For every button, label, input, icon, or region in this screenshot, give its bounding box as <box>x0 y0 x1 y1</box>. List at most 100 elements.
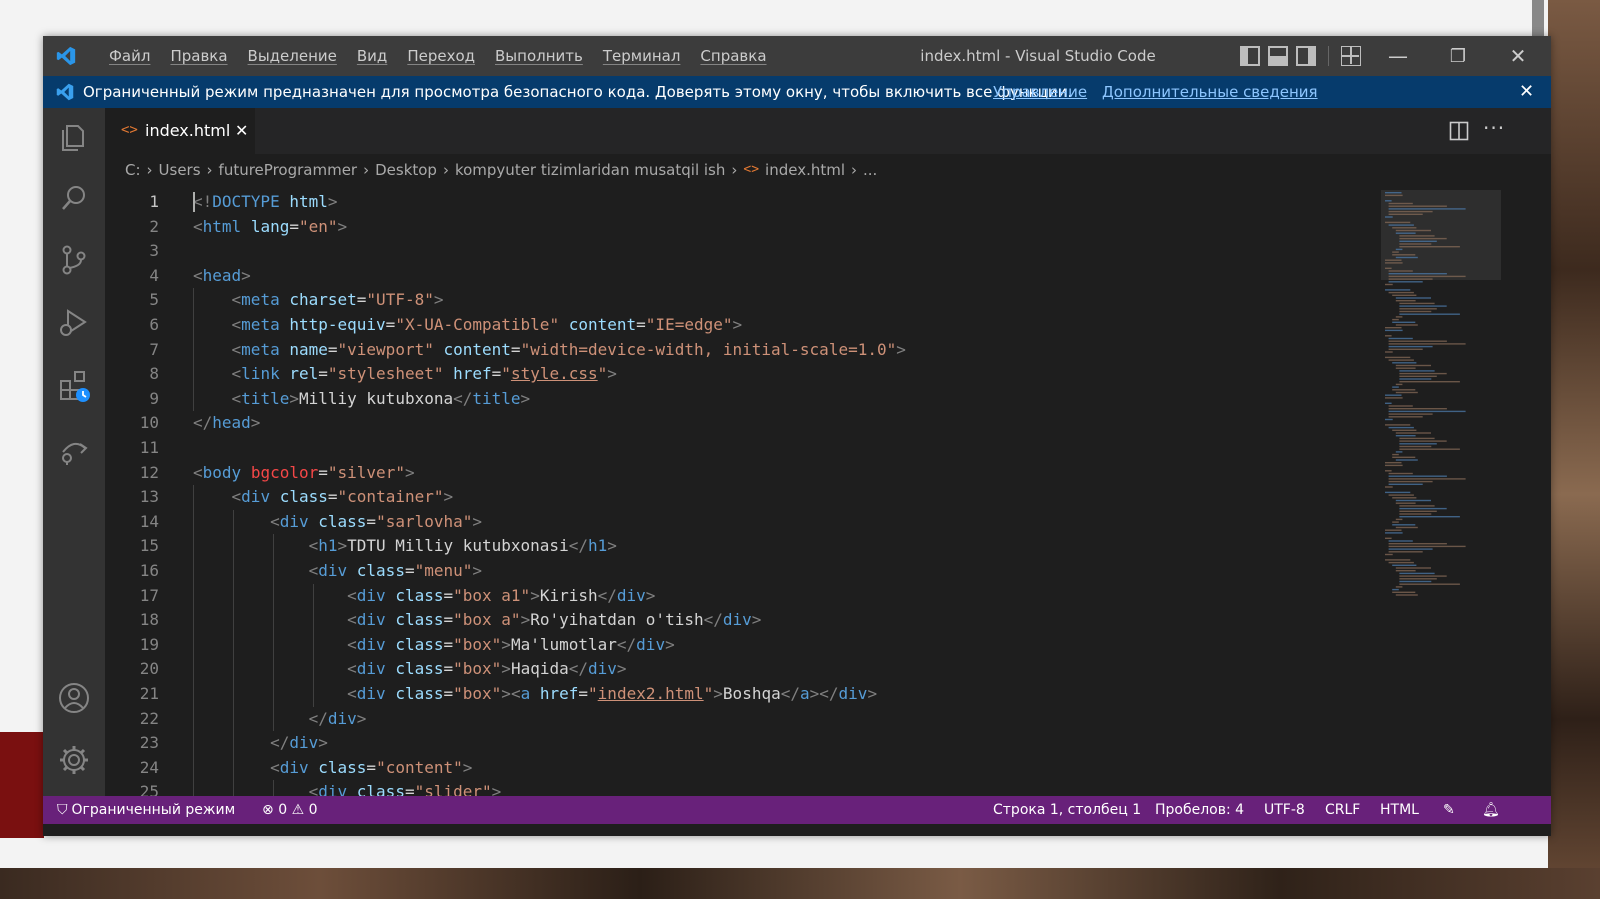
minimap-line <box>1388 224 1414 226</box>
code-line[interactable]: 7 <meta name="viewport" content="width=d… <box>105 337 1375 363</box>
code-line[interactable]: 13 <div class="container"> <box>105 485 1375 510</box>
menu-item[interactable]: Выполнить <box>485 36 593 76</box>
code-line[interactable]: 19 <div class="box">Ma'lumotlar</div> <box>105 632 1375 658</box>
code-line[interactable]: 12 <body bgcolor="silver"> <box>105 461 1375 485</box>
line-number: 19 <box>139 634 159 654</box>
code-line[interactable]: 21 <div class="box"><a href="index2.html… <box>105 682 1375 707</box>
minimap-line <box>1395 459 1418 461</box>
search-icon[interactable] <box>56 180 92 216</box>
toggle-primary-sidebar-icon[interactable] <box>1240 46 1260 66</box>
minimize-button[interactable]: — <box>1368 36 1428 76</box>
tab-index-html[interactable]: <> index.html ✕ <box>105 108 255 154</box>
code-line[interactable]: 11 <box>105 436 1375 460</box>
breadcrumb-item[interactable]: Users <box>159 156 201 184</box>
code-line[interactable]: 6 <meta http-equiv="X-UA-Compatible" con… <box>105 313 1375 338</box>
vscode-logo-icon[interactable] <box>55 46 77 66</box>
menu-item[interactable]: Правка <box>160 36 237 76</box>
minimap-line <box>1395 570 1416 572</box>
breadcrumb-item[interactable]: Desktop <box>375 156 437 184</box>
code-line[interactable]: 16 <div class="menu"> <box>105 559 1375 584</box>
code-line[interactable]: 2 <html lang="en"> <box>105 215 1375 239</box>
source-control-icon[interactable] <box>56 242 92 278</box>
restricted-mode-status[interactable]: ⛉ Ограниченный режим <box>57 796 235 824</box>
line-number: 20 <box>139 659 159 679</box>
menu-item[interactable]: Вид <box>347 36 397 76</box>
cursor-position-status[interactable]: Строка 1, столбец 1 <box>993 796 1141 824</box>
code-line[interactable]: 17 <div class="box a1">Kirish</div> <box>105 583 1375 609</box>
explorer-icon[interactable] <box>56 120 92 156</box>
code-line[interactable]: 22 </div> <box>105 706 1375 732</box>
code-line[interactable]: 23 </div> <box>105 731 1375 756</box>
minimap-line <box>1392 318 1399 321</box>
more-actions-icon[interactable]: ··· <box>1483 116 1505 140</box>
code-line[interactable]: 5 <meta charset="UTF-8"> <box>105 288 1375 313</box>
customize-layout-icon[interactable] <box>1341 46 1361 66</box>
language-mode-status[interactable]: HTML <box>1380 796 1419 824</box>
code-line[interactable]: 10 </head> <box>105 411 1375 435</box>
minimap-line <box>1395 567 1431 569</box>
menu-item[interactable]: Терминал <box>593 36 691 76</box>
minimap-line <box>1388 405 1413 407</box>
encoding-status[interactable]: UTF-8 <box>1264 796 1305 824</box>
code-line[interactable]: 1 <!DOCTYPE html> <box>105 190 1375 214</box>
html-file-icon: <> <box>743 162 760 177</box>
manage-link[interactable]: Управление <box>993 76 1087 108</box>
breadcrumb-item[interactable]: futureProgrammer <box>219 156 358 184</box>
minimap-line <box>1399 505 1435 507</box>
minimap-line <box>1399 302 1435 305</box>
close-button[interactable]: ✕ <box>1488 36 1548 76</box>
code-text: <div class="box">Haqida</div> <box>347 659 627 679</box>
minimap-line <box>1395 367 1416 369</box>
breadcrumb-item[interactable]: C: <box>125 156 141 184</box>
code-text: <link rel="stylesheet" href="style.css"> <box>231 364 617 384</box>
toggle-panel-icon[interactable] <box>1268 46 1288 66</box>
code-line[interactable]: 3 <box>105 239 1375 263</box>
restore-button[interactable]: ❐ <box>1428 36 1488 76</box>
minimap[interactable] <box>1381 190 1501 610</box>
line-number: 23 <box>139 733 159 753</box>
extensions-icon[interactable] <box>56 368 92 404</box>
code-line[interactable]: 20 <div class="box">Haqida</div> <box>105 657 1375 682</box>
menu-item[interactable]: Выделение <box>238 36 347 76</box>
editor-scrollbar[interactable] <box>1535 190 1549 796</box>
minimap-line <box>1392 254 1416 256</box>
code-line[interactable]: 9 <title>Milliy kutubxona</title> <box>105 386 1375 412</box>
toggle-secondary-sidebar-icon[interactable] <box>1296 46 1316 66</box>
split-editor-icon[interactable] <box>1449 121 1469 141</box>
minimap-line <box>1385 418 1393 421</box>
breadcrumb-item[interactable]: index.html <box>765 156 845 184</box>
code-line[interactable]: 24 <div class="content"> <box>105 755 1375 781</box>
indentation-status[interactable]: Пробелов: 4 <box>1155 796 1244 824</box>
window-title: index.html - Visual Studio Code <box>920 47 1156 65</box>
menu-item[interactable]: Справка <box>690 36 776 76</box>
run-debug-icon[interactable] <box>56 304 92 340</box>
restricted-mode-banner: Ограниченный режим предназначен для прос… <box>43 76 1551 108</box>
code-line[interactable]: 4 <head> <box>105 264 1375 288</box>
problems-status[interactable]: ⊗ 0 ⚠ 0 <box>262 796 318 824</box>
minimap-line <box>1388 281 1423 283</box>
breadcrumb-item[interactable]: kompyuter tizimlaridan musatqil ish <box>455 156 725 184</box>
tab-close-icon[interactable]: ✕ <box>235 108 248 154</box>
menu-item[interactable]: Файл <box>99 36 160 76</box>
settings-gear-icon[interactable] <box>56 742 92 778</box>
menu-item[interactable]: Переход <box>397 36 485 76</box>
code-line[interactable]: 25 <div class="slider"> <box>105 780 1375 796</box>
code-line[interactable]: 8 <link rel="stylesheet" href="style.css… <box>105 362 1375 387</box>
code-text: <div class="slider"> <box>308 782 502 796</box>
code-editor[interactable]: 1 <!DOCTYPE html> 2 <html lang="en"> 3 4 <head… <box>105 190 1375 796</box>
minimap-line <box>1388 561 1414 564</box>
code-line[interactable]: 14 <div class="sarlovha"> <box>105 509 1375 535</box>
more-info-link[interactable]: Дополнительные сведения <box>1102 76 1318 108</box>
eol-status[interactable]: CRLF <box>1325 796 1360 824</box>
remote-explorer-icon[interactable] <box>56 432 92 468</box>
minimap-line <box>1388 480 1433 483</box>
code-line[interactable]: 15 <h1>TDTU Milliy kutubxonasi</h1> <box>105 534 1375 559</box>
minimap-line <box>1388 413 1433 415</box>
accounts-icon[interactable] <box>56 680 92 716</box>
code-line[interactable]: 18 <div class="box a">Ro'yihatdan o'tish… <box>105 608 1375 633</box>
line-number: 3 <box>149 241 159 261</box>
banner-close-icon[interactable]: ✕ <box>1519 76 1534 108</box>
feedback-icon[interactable]: ✎ <box>1443 796 1455 824</box>
notifications-bell-icon[interactable]: 🔔︎ <box>1482 796 1500 824</box>
breadcrumb-item[interactable]: ... <box>863 156 877 184</box>
